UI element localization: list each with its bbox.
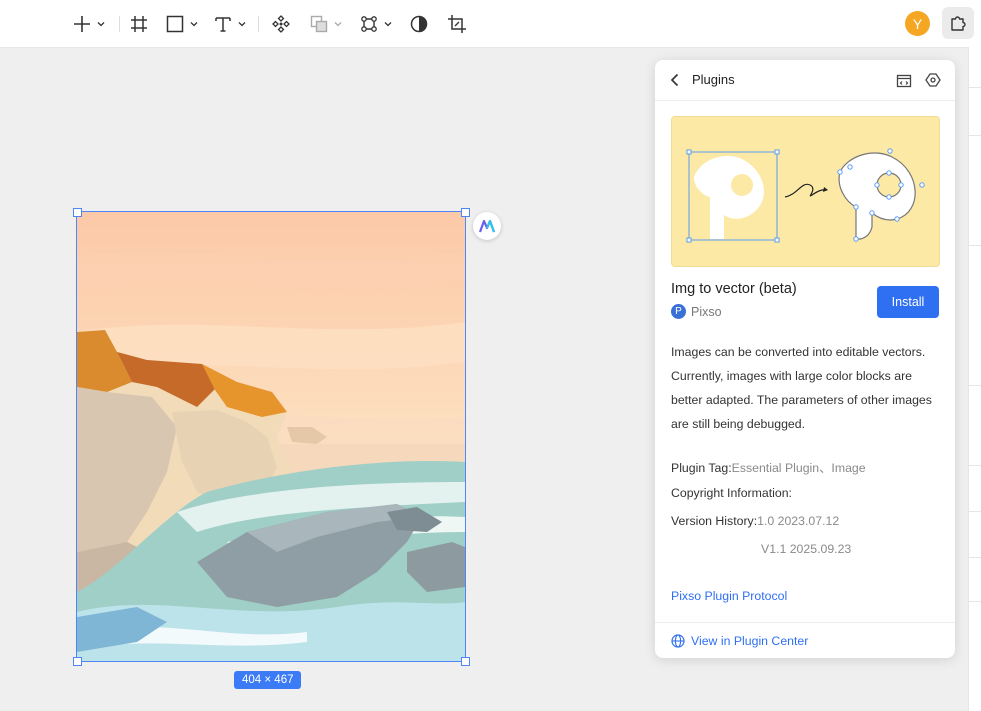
- component-icon: [272, 15, 290, 33]
- avatar[interactable]: Y: [905, 11, 930, 36]
- plugin-protocol-link[interactable]: Pixso Plugin Protocol: [671, 589, 787, 603]
- back-arrow-icon[interactable]: [667, 72, 683, 88]
- component-tool-button[interactable]: [271, 12, 291, 36]
- version-history-row-2: V1.1 2025.09.23: [761, 542, 851, 556]
- globe-icon: [671, 634, 685, 648]
- plugin-name: Img to vector (beta): [671, 281, 797, 297]
- boolean-icon: [310, 15, 328, 33]
- plugins-panel: Plugins Img to vector (beta) P Pixso Ins…: [655, 60, 955, 658]
- puzzle-icon: [951, 16, 966, 31]
- coastal-cliff-illustration: [77, 212, 465, 661]
- panel-title: Plugins: [692, 72, 735, 87]
- frame-icon: [131, 16, 147, 32]
- install-button[interactable]: Install: [877, 286, 939, 318]
- boolean-tool-button[interactable]: [309, 12, 344, 36]
- top-toolbar: Y: [0, 0, 981, 48]
- plugin-description: Images can be converted into editable ve…: [671, 345, 932, 431]
- plugin-preview-image: [671, 116, 940, 267]
- text-icon: [215, 17, 231, 32]
- toolbar-divider: [258, 16, 259, 32]
- resize-handle-top-left[interactable]: [73, 208, 82, 217]
- crop-icon: [448, 15, 466, 33]
- frame-tool-button[interactable]: [129, 12, 149, 36]
- size-badge: 404 × 467: [234, 671, 302, 689]
- rectangle-icon: [166, 15, 184, 33]
- img-to-vector-illustration: [686, 148, 925, 243]
- version-history-row: Version History:1.0 2023.07.12: [671, 514, 839, 528]
- mask-tool-button[interactable]: [409, 12, 429, 36]
- chevron-down-icon: [190, 22, 198, 27]
- shape-tool-button[interactable]: [165, 12, 200, 36]
- plugin-author: P Pixso: [671, 304, 722, 319]
- plugin-tag-row: Plugin Tag:Essential Plugin、Image: [671, 458, 866, 476]
- vector-icon: [361, 16, 377, 32]
- properties-panel-edge: [968, 47, 981, 711]
- add-tool-button[interactable]: [72, 12, 107, 36]
- version-entry: 1.0 2023.07.12: [757, 514, 840, 528]
- plus-icon: [74, 16, 90, 32]
- text-tool-button[interactable]: [213, 12, 248, 36]
- chevron-down-icon: [334, 22, 342, 27]
- panel-header: Plugins: [655, 60, 955, 101]
- chevron-down-icon: [97, 22, 105, 27]
- mask-icon: [410, 15, 428, 33]
- selected-image[interactable]: [76, 211, 466, 662]
- toolbar-divider: [119, 16, 120, 32]
- ai-logo-icon: [479, 219, 495, 233]
- view-in-plugin-center-link[interactable]: View in Plugin Center: [671, 634, 808, 648]
- crop-tool-button[interactable]: [447, 12, 467, 36]
- resize-handle-bottom-right[interactable]: [461, 657, 470, 666]
- settings-icon[interactable]: [925, 72, 941, 88]
- vector-tool-button[interactable]: [359, 12, 394, 36]
- author-name[interactable]: Pixso: [691, 305, 722, 319]
- plugins-button[interactable]: [942, 7, 974, 39]
- chevron-down-icon: [238, 22, 246, 27]
- plugin-tag-label: Plugin Tag:: [671, 461, 732, 475]
- view-in-plugin-center-label[interactable]: View in Plugin Center: [691, 634, 808, 648]
- resize-handle-bottom-left[interactable]: [73, 657, 82, 666]
- resize-handle-top-right[interactable]: [461, 208, 470, 217]
- panel-footer: View in Plugin Center: [655, 622, 955, 659]
- chevron-down-icon: [384, 22, 392, 27]
- plugin-tag-value: Essential Plugin、Image: [731, 461, 866, 475]
- pixso-logo-icon: P: [671, 304, 686, 319]
- copyright-row: Copyright Information:: [671, 486, 792, 500]
- version-history-label: Version History:: [671, 514, 758, 528]
- version-entry: V1.1 2025.09.23: [761, 542, 852, 556]
- code-window-icon[interactable]: [896, 73, 912, 89]
- ai-assistant-button[interactable]: [473, 212, 501, 240]
- copyright-label: Copyright Information:: [671, 486, 792, 500]
